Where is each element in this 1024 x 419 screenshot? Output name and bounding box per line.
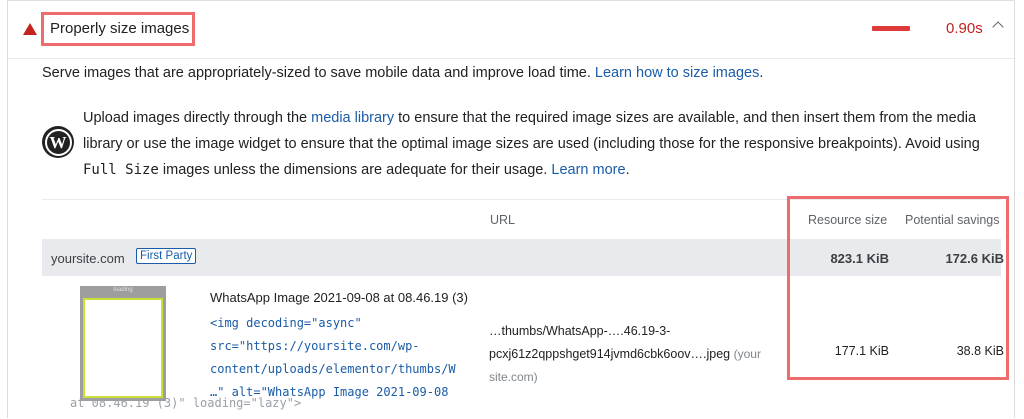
note-end: . xyxy=(625,162,630,178)
thumbnail-caption: loading xyxy=(113,287,133,293)
fail-triangle-icon xyxy=(23,23,37,35)
resource-snippet: <img decoding="async" src="https://yoursi… xyxy=(210,312,456,404)
resource-name: WhatsApp Image 2021-09-08 at 08.46.19 (3… xyxy=(210,290,468,305)
snippet-line: src="https://yoursite.com/wp- xyxy=(210,339,420,353)
site-name: yoursite.com xyxy=(51,251,125,266)
snippet-line-faded: at 08.46.19 (3)" loading="lazy"> xyxy=(70,396,302,410)
url-line: …thumbs/WhatsApp-….46.19-3- xyxy=(489,324,671,338)
audit-header[interactable]: Properly size images 0.90s xyxy=(8,1,1016,59)
learn-more-link[interactable]: Learn more xyxy=(551,162,625,178)
wordpress-note: Upload images directly through the media… xyxy=(83,105,983,183)
url-header: URL xyxy=(490,213,516,227)
full-size-code: Full Size xyxy=(83,162,159,178)
chevron-up-icon[interactable] xyxy=(992,21,1004,33)
snippet-line: content/uploads/elementor/thumbs/W xyxy=(210,362,456,376)
image-thumbnail[interactable]: loading xyxy=(80,286,166,401)
score-bar xyxy=(872,26,910,31)
thumbnail-frame xyxy=(83,298,163,398)
learn-how-link[interactable]: Learn how to size images xyxy=(595,65,759,81)
resource-url[interactable]: …thumbs/WhatsApp-….46.19-3- pcxj61z2qppsh… xyxy=(489,320,789,389)
description-end: . xyxy=(759,65,764,81)
wordpress-letter: W xyxy=(44,128,72,156)
url-line: pcxj61z2qppshget914jvmd6cbk6oov….jpeg xyxy=(489,347,731,361)
description-text: Serve images that are appropriately-size… xyxy=(42,65,595,81)
note-part1: Upload images directly through the xyxy=(83,110,312,126)
audit-description: Serve images that are appropriately-size… xyxy=(42,65,763,81)
media-library-link[interactable]: media library xyxy=(311,110,394,126)
savings-time: 0.90s xyxy=(946,20,983,37)
wordpress-icon: W xyxy=(42,126,74,158)
snippet-line: <img decoding="async" xyxy=(210,316,362,330)
audit-title: Properly size images xyxy=(50,20,190,37)
columns-highlight-box xyxy=(787,196,1009,380)
note-part3: images unless the dimensions are adequat… xyxy=(158,162,552,178)
first-party-badge: First Party xyxy=(136,248,197,264)
